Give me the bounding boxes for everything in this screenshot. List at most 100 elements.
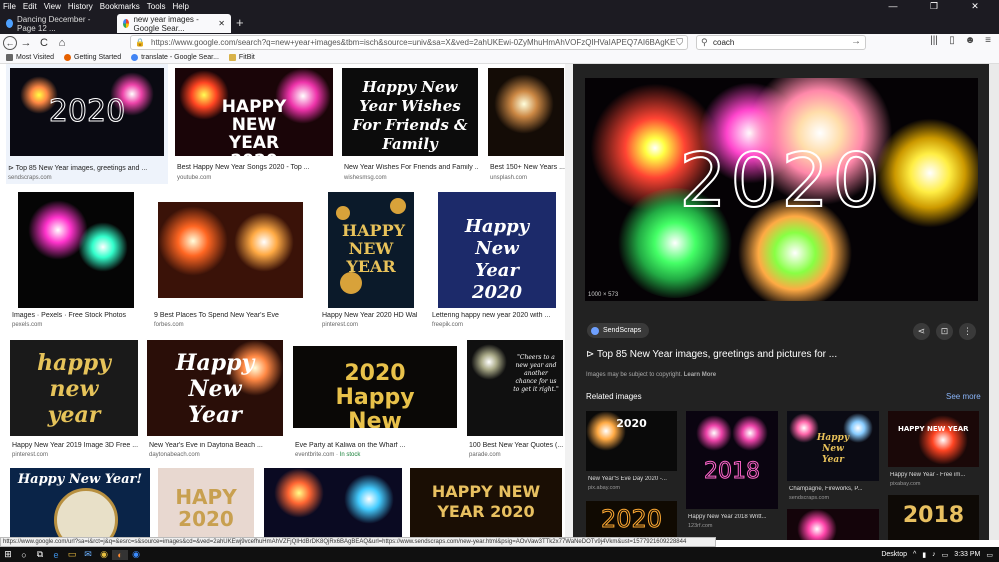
result-thumbnail[interactable]: Happy New Year!: [10, 468, 150, 540]
account-icon[interactable]: ☻: [961, 35, 979, 46]
more-options-icon[interactable]: ⋮: [959, 323, 976, 340]
bookmark-most-visited[interactable]: Most Visited: [6, 54, 54, 61]
related-thumbnail[interactable]: 2018: [686, 411, 778, 509]
result-thumbnail[interactable]: happy new year: [10, 340, 138, 436]
result-item[interactable]: Images · Pexels · Free Stock Photos pexe…: [12, 192, 136, 330]
result-caption[interactable]: Lettering happy new year 2020 with ...: [432, 312, 556, 319]
related-item[interactable]: 2018 Happy New Year 2018 Writt... 123rf.…: [686, 411, 778, 529]
address-bar[interactable]: 🔒 https://www.google.com/search?q=new+ye…: [130, 35, 688, 50]
share-icon[interactable]: ⋖: [913, 323, 930, 340]
result-thumbnail[interactable]: Happy New Year: [147, 340, 283, 436]
result-item[interactable]: Happy New Year Wishes For Friends & Fami…: [342, 68, 478, 184]
search-circle-icon[interactable]: ○: [16, 550, 32, 560]
result-item[interactable]: Happy New Year!: [10, 468, 150, 540]
result-caption[interactable]: New Year's Eve in Daytona Beach ...: [149, 442, 283, 449]
result-item[interactable]: HAPPY NEW YEAR Happy New Year 2020 HD Wa…: [322, 192, 418, 330]
related-thumbnail[interactable]: 2020: [586, 411, 677, 471]
result-thumbnail[interactable]: HAPPY NEW YEAR: [328, 192, 414, 308]
result-item[interactable]: "Cheers to a new year and another chance…: [467, 340, 563, 460]
result-item[interactable]: 2020 Happy New Year Eve Party at Kaliwa …: [293, 346, 457, 460]
result-item[interactable]: Happy New Year New Year's Eve in Daytona…: [147, 340, 283, 460]
result-caption[interactable]: Happy New Year 2020 HD Wal...: [322, 312, 418, 319]
related-thumbnail[interactable]: Happy New Year: [787, 411, 879, 481]
bookmark-icon[interactable]: ⊡: [936, 323, 953, 340]
new-tab-button[interactable]: +: [236, 15, 244, 30]
related-item[interactable]: 2020: [586, 501, 677, 540]
related-caption[interactable]: Champagne, Fireworks, P...: [789, 486, 879, 492]
menu-help[interactable]: Help: [172, 2, 188, 11]
result-item[interactable]: Happy New Year 2020 Lettering happy new …: [432, 192, 556, 330]
show-hidden-icons-icon[interactable]: ^: [913, 551, 916, 558]
result-item[interactable]: HAPPY NEW YEAR 2020 Best Happy New Year …: [175, 68, 333, 184]
result-caption[interactable]: New Year Wishes For Friends and Family .…: [344, 164, 478, 171]
related-caption[interactable]: New Year'S Eve Day 2020 -...: [588, 476, 677, 482]
result-caption[interactable]: Best 150+ New Years ...: [490, 164, 566, 171]
result-caption[interactable]: Happy New Year 2019 Image 3D Free ...: [12, 442, 138, 449]
result-caption[interactable]: 100 Best New Year Quotes (...: [469, 442, 563, 449]
result-thumbnail[interactable]: [488, 68, 564, 156]
related-item[interactable]: 2020 New Year'S Eve Day 2020 -... pix.ab…: [586, 411, 677, 491]
result-thumbnail[interactable]: Happy New Year 2020: [438, 192, 556, 308]
menu-history[interactable]: History: [68, 2, 93, 11]
related-item[interactable]: 2018: [888, 495, 979, 540]
mail-icon[interactable]: ✉: [80, 549, 96, 560]
related-item[interactable]: Happy New Year Champagne, Fireworks, P..…: [787, 411, 879, 505]
start-button[interactable]: ⊞: [0, 549, 16, 560]
see-more-link[interactable]: See more: [946, 392, 981, 401]
result-caption[interactable]: Images · Pexels · Free Stock Photos: [12, 312, 136, 319]
firefox-taskbar-icon[interactable]: ◐: [112, 549, 128, 560]
result-item[interactable]: 2020 ⊳ Top 85 New Year images, greetings…: [6, 64, 168, 184]
go-arrow-icon[interactable]: →: [851, 36, 861, 47]
result-thumbnail[interactable]: [18, 192, 134, 308]
bookmark-fitbit[interactable]: FitBit: [228, 54, 255, 61]
result-item[interactable]: Best 150+ New Years ... unsplash.com: [488, 68, 566, 184]
related-thumbnail[interactable]: 2020: [586, 501, 677, 540]
related-item[interactable]: HAPPY NEW YEAR Happy New Year - Free im.…: [888, 411, 979, 491]
menu-edit[interactable]: Edit: [23, 2, 37, 11]
library-icon[interactable]: |||: [925, 35, 943, 46]
related-thumbnail[interactable]: 2018: [888, 495, 979, 540]
result-thumbnail[interactable]: Happy New Year Wishes For Friends & Fami…: [342, 68, 478, 156]
result-caption[interactable]: 9 Best Places To Spend New Year's Eve: [154, 312, 304, 319]
result-item[interactable]: HAPPY NEW YEAR 2020: [410, 468, 562, 540]
related-thumbnail[interactable]: [787, 509, 879, 540]
network-icon[interactable]: ▭: [942, 551, 949, 559]
menu-icon[interactable]: ≡: [979, 35, 997, 46]
result-thumbnail[interactable]: 2020 Happy New Year: [293, 346, 457, 428]
menu-bookmarks[interactable]: Bookmarks: [100, 2, 140, 11]
edge-icon[interactable]: e: [48, 550, 64, 560]
result-item[interactable]: HAPY 2020: [158, 468, 254, 540]
tab-google-images[interactable]: new year images - Google Sear... ✕: [117, 14, 231, 33]
result-caption[interactable]: Best Happy New Year Songs 2020 - Top ...: [177, 164, 333, 171]
home-button[interactable]: ⌂: [53, 37, 71, 49]
result-caption[interactable]: Eve Party at Kaliwa on the Wharf ...: [295, 442, 455, 449]
volume-icon[interactable]: ♪: [932, 551, 936, 558]
bookmark-getting-started[interactable]: Getting Started: [64, 54, 121, 61]
tab-dancing-december[interactable]: Dancing December - Page 12 ...: [0, 14, 112, 33]
result-thumbnail[interactable]: "Cheers to a new year and another chance…: [467, 340, 563, 436]
sidebar-icon[interactable]: ▯: [943, 35, 961, 46]
menu-view[interactable]: View: [44, 2, 61, 11]
related-item[interactable]: [787, 509, 879, 540]
related-thumbnail[interactable]: HAPPY NEW YEAR: [888, 411, 979, 467]
result-thumbnail[interactable]: [158, 202, 303, 298]
forward-button[interactable]: →: [17, 37, 35, 49]
result-thumbnail[interactable]: 2020: [10, 68, 164, 156]
related-caption[interactable]: Happy New Year 2018 Writt...: [688, 514, 778, 520]
close-tab-icon[interactable]: ✕: [218, 19, 225, 28]
source-chip[interactable]: SendScraps: [587, 323, 650, 338]
result-thumbnail[interactable]: [264, 468, 402, 540]
notification-icon[interactable]: ▭: [986, 551, 993, 559]
back-button[interactable]: ←: [3, 36, 17, 50]
preview-title[interactable]: ⊳ Top 85 New Year images, greetings and …: [586, 349, 837, 360]
battery-icon[interactable]: ▮: [922, 551, 926, 559]
preview-image[interactable]: 2020: [585, 78, 978, 301]
search-bar[interactable]: ⚲ coach →: [696, 35, 866, 50]
result-thumbnail[interactable]: HAPPY NEW YEAR 2020: [175, 68, 333, 156]
result-item[interactable]: [264, 468, 402, 540]
menu-tools[interactable]: Tools: [147, 2, 166, 11]
result-item[interactable]: 9 Best Places To Spend New Year's Eve fo…: [154, 202, 303, 330]
clock[interactable]: 3:33 PM: [954, 551, 980, 558]
reload-button[interactable]: C: [35, 37, 53, 49]
task-view-icon[interactable]: ⧉: [32, 549, 48, 560]
